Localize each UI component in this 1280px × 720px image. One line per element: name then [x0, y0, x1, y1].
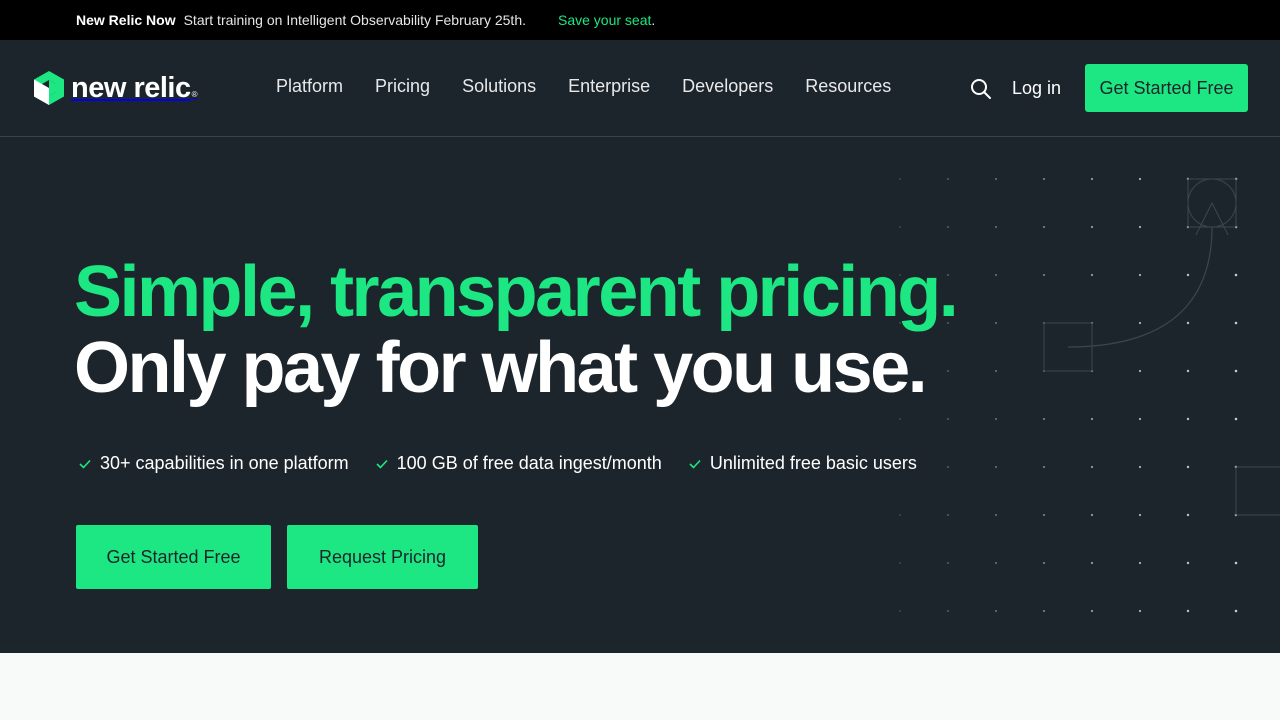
- check-icon: [376, 459, 388, 469]
- nav-links: Platform Pricing Solutions Enterprise De…: [276, 76, 891, 97]
- logo-registered-mark: ®: [191, 90, 198, 99]
- hero-headline-white: Only pay for what you use.: [74, 328, 928, 408]
- search-icon[interactable]: [970, 78, 992, 100]
- feature-label: Unlimited free basic users: [709, 453, 917, 473]
- check-icon: [689, 459, 701, 469]
- announcement-message: Start training on Intelligent Observabil…: [183, 12, 526, 28]
- feature-label: 30+ capabilities in one platform: [100, 453, 349, 473]
- hero-headline-green: Simple, transparent pricing.: [74, 252, 959, 332]
- announcement-bar: New Relic Now Start training on Intellig…: [0, 0, 1280, 40]
- hero-section: Simple, transparent pricing. Only pay fo…: [0, 137, 1280, 653]
- get-started-free-button[interactable]: Get Started Free: [76, 525, 271, 589]
- new-relic-logo-icon: [34, 71, 64, 105]
- feature-item: 100 GB of free data ingest/month: [375, 453, 662, 474]
- main-nav: new relic ® Platform Pricing Solutions E…: [0, 40, 1280, 137]
- hero-headline: Simple, transparent pricing. Only pay fo…: [74, 252, 959, 408]
- nav-link-resources[interactable]: Resources: [805, 76, 891, 97]
- feature-item: 30+ capabilities in one platform: [78, 453, 349, 474]
- login-link[interactable]: Log in: [1012, 78, 1061, 99]
- check-icon: [79, 459, 91, 469]
- next-section: [0, 653, 1280, 720]
- nav-link-solutions[interactable]: Solutions: [462, 76, 536, 97]
- announcement-brand: New Relic Now: [76, 12, 176, 28]
- new-relic-logo[interactable]: new relic ®: [34, 71, 198, 105]
- feature-list: 30+ capabilities in one platform 100 GB …: [78, 453, 943, 474]
- logo-wordmark: new relic: [71, 71, 191, 104]
- request-pricing-button[interactable]: Request Pricing: [287, 525, 478, 589]
- announcement-link-suffix: .: [651, 12, 656, 28]
- nav-link-pricing[interactable]: Pricing: [375, 76, 430, 97]
- nav-link-enterprise[interactable]: Enterprise: [568, 76, 650, 97]
- nav-link-developers[interactable]: Developers: [682, 76, 773, 97]
- nav-link-platform[interactable]: Platform: [276, 76, 343, 97]
- save-seat-link[interactable]: Save your seat: [558, 12, 651, 28]
- feature-item: Unlimited free basic users: [688, 453, 917, 474]
- feature-label: 100 GB of free data ingest/month: [396, 453, 662, 473]
- nav-get-started-button[interactable]: Get Started Free: [1085, 64, 1248, 112]
